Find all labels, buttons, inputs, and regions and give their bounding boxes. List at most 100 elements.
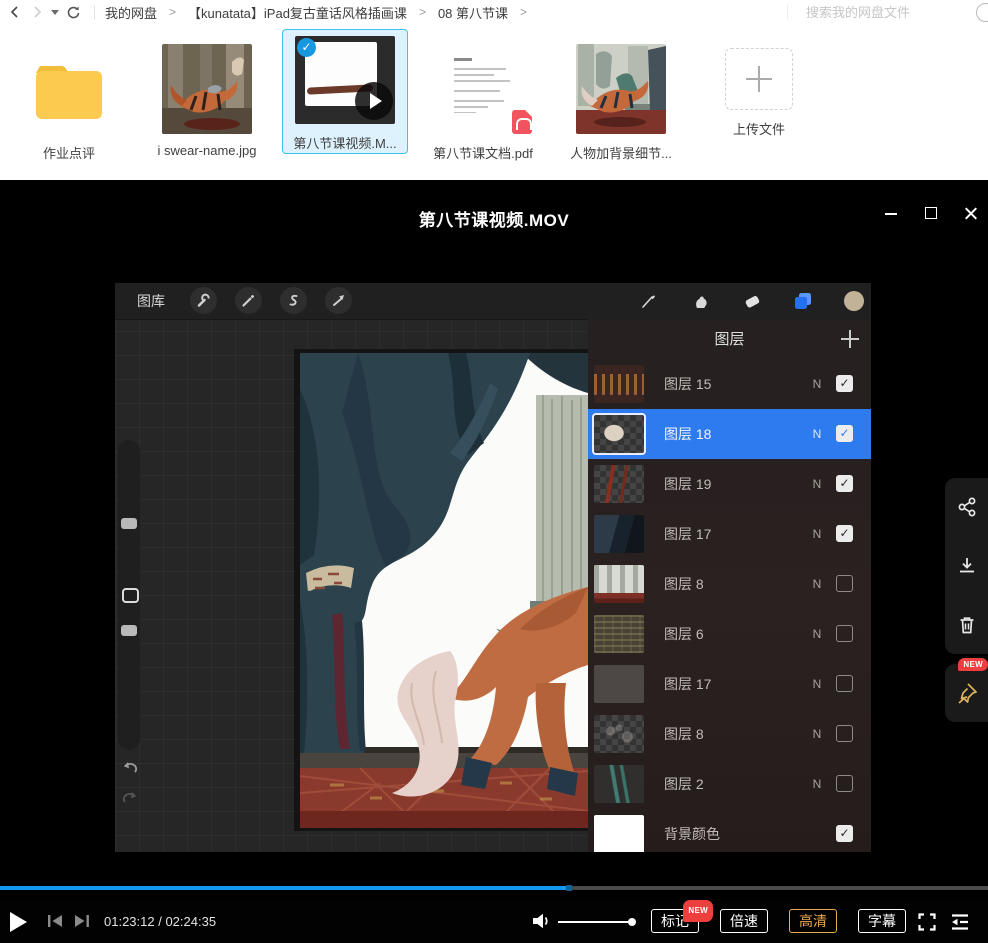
layer-thumbnail[interactable] — [594, 615, 644, 653]
search-input[interactable] — [804, 4, 958, 21]
transform-arrow-icon[interactable] — [325, 287, 352, 314]
history-dropdown-icon[interactable] — [48, 1, 62, 23]
upload-dropzone[interactable] — [725, 48, 793, 110]
gallery-button[interactable]: 图库 — [137, 283, 165, 319]
brush-size-slider[interactable] — [121, 518, 137, 529]
volume-icon[interactable] — [531, 911, 551, 936]
layer-row[interactable]: 图层 8 N — [588, 709, 871, 759]
layer-thumbnail[interactable] — [594, 465, 644, 503]
layer-visibility-checkbox[interactable] — [836, 825, 853, 842]
layer-row[interactable]: 图层 8 N — [588, 559, 871, 609]
artwork-canvas[interactable] — [294, 349, 590, 831]
background-color-row[interactable]: 背景颜色 — [588, 809, 871, 852]
speed-button[interactable]: 倍速 — [720, 909, 768, 933]
layer-visibility-checkbox[interactable] — [836, 525, 853, 542]
layer-row[interactable]: 图层 15 N — [588, 359, 871, 409]
layer-thumbnail[interactable] — [594, 365, 644, 403]
wrench-icon[interactable] — [190, 287, 217, 314]
layer-visibility-checkbox[interactable] — [836, 625, 853, 642]
layer-blend-mode[interactable]: N — [810, 509, 824, 559]
layer-row[interactable]: 图层 19 N — [588, 459, 871, 509]
layer-visibility-checkbox[interactable] — [836, 775, 853, 792]
seek-handle[interactable] — [566, 885, 572, 891]
layer-thumbnail[interactable] — [594, 415, 644, 453]
quality-button[interactable]: 高清 — [789, 909, 837, 933]
pdf-thumbnail[interactable] — [438, 44, 528, 134]
undo-icon[interactable] — [121, 761, 139, 780]
layer-row[interactable]: 图层 17 N — [588, 659, 871, 709]
search-icon[interactable] — [976, 3, 988, 22]
add-layer-icon[interactable] — [841, 330, 859, 348]
file-item-folder[interactable]: 作业点评 — [6, 32, 132, 168]
brush-opacity-slider[interactable] — [121, 625, 137, 636]
layer-row[interactable]: 图层 2 N — [588, 759, 871, 809]
play-icon[interactable] — [10, 912, 27, 932]
layer-row[interactable]: 图层 17 N — [588, 509, 871, 559]
layer-thumbnail[interactable] — [594, 715, 644, 753]
layer-visibility-checkbox[interactable] — [836, 675, 853, 692]
layer-visibility-checkbox[interactable] — [836, 725, 853, 742]
breadcrumb-course[interactable]: 【kunatata】iPad复古童话风格插画课 — [188, 3, 407, 22]
layer-blend-mode[interactable]: N — [810, 359, 824, 409]
layer-blend-mode[interactable]: N — [810, 609, 824, 659]
layer-blend-mode[interactable]: N — [810, 459, 824, 509]
breadcrumb-root[interactable]: 我的网盘 — [105, 3, 157, 22]
layers-panel-icon[interactable] — [791, 289, 815, 313]
layer-row[interactable]: 图层 6 N — [588, 609, 871, 659]
eraser-icon[interactable] — [740, 289, 764, 313]
file-name[interactable]: 第八节课视频.M... — [283, 133, 407, 152]
modify-button[interactable] — [122, 588, 139, 603]
seek-bar[interactable] — [0, 886, 988, 890]
volume-slider[interactable] — [558, 921, 632, 923]
layer-thumbnail[interactable] — [594, 515, 644, 553]
close-icon[interactable] — [962, 204, 980, 222]
selection-icon[interactable] — [280, 287, 307, 314]
file-name[interactable]: i swear-name.jpg — [144, 143, 270, 158]
layer-visibility-checkbox[interactable] — [836, 375, 853, 392]
mark-button[interactable]: 标记 NEW — [651, 909, 699, 933]
layer-blend-mode[interactable]: N — [810, 709, 824, 759]
play-overlay-icon[interactable] — [355, 82, 393, 120]
video-thumbnail[interactable] — [295, 36, 395, 124]
layer-thumbnail[interactable] — [594, 815, 644, 852]
refresh-icon[interactable] — [62, 1, 84, 23]
upload-file-tile[interactable]: 上传文件 — [696, 32, 822, 168]
pin-icon[interactable] — [955, 681, 979, 705]
selected-check-icon[interactable] — [297, 38, 316, 57]
layer-visibility-checkbox[interactable] — [836, 475, 853, 492]
layer-thumbnail[interactable] — [594, 765, 644, 803]
maximize-icon[interactable] — [922, 204, 940, 222]
smudge-icon[interactable] — [688, 289, 712, 313]
adjustments-wand-icon[interactable] — [235, 287, 262, 314]
forward-icon[interactable] — [26, 1, 48, 23]
share-icon[interactable] — [956, 496, 978, 518]
image-thumbnail[interactable] — [576, 44, 666, 134]
download-icon[interactable] — [956, 555, 978, 577]
next-icon[interactable] — [73, 913, 91, 934]
folder-icon[interactable] — [24, 44, 114, 134]
layer-blend-mode[interactable]: N — [810, 559, 824, 609]
back-icon[interactable] — [4, 1, 26, 23]
layer-thumbnail[interactable] — [594, 665, 644, 703]
layer-row[interactable]: 图层 18 N — [588, 409, 871, 459]
color-swatch-icon[interactable] — [842, 289, 866, 313]
playlist-icon[interactable] — [949, 912, 971, 937]
layer-visibility-checkbox[interactable] — [836, 575, 853, 592]
delete-icon[interactable] — [956, 614, 978, 636]
brush-icon[interactable] — [636, 289, 660, 313]
layer-blend-mode[interactable]: N — [810, 759, 824, 809]
file-item-pdf[interactable]: 第八节课文档.pdf — [420, 32, 546, 168]
volume-handle[interactable] — [628, 918, 636, 926]
file-item-video-selected[interactable]: 第八节课视频.M... — [282, 29, 408, 154]
previous-icon[interactable] — [46, 913, 64, 934]
file-item-image[interactable]: 人物加背景细节... — [558, 32, 684, 168]
fullscreen-icon[interactable] — [917, 912, 937, 937]
layer-blend-mode[interactable]: N — [810, 659, 824, 709]
redo-icon[interactable] — [121, 791, 139, 810]
file-item-image[interactable]: i swear-name.jpg — [144, 32, 270, 168]
layer-visibility-checkbox[interactable] — [836, 425, 853, 442]
breadcrumb-lesson[interactable]: 08 第八节课 — [438, 3, 508, 22]
file-name[interactable]: 作业点评 — [6, 143, 132, 162]
image-thumbnail[interactable] — [162, 44, 252, 134]
file-name[interactable]: 人物加背景细节... — [558, 143, 684, 162]
